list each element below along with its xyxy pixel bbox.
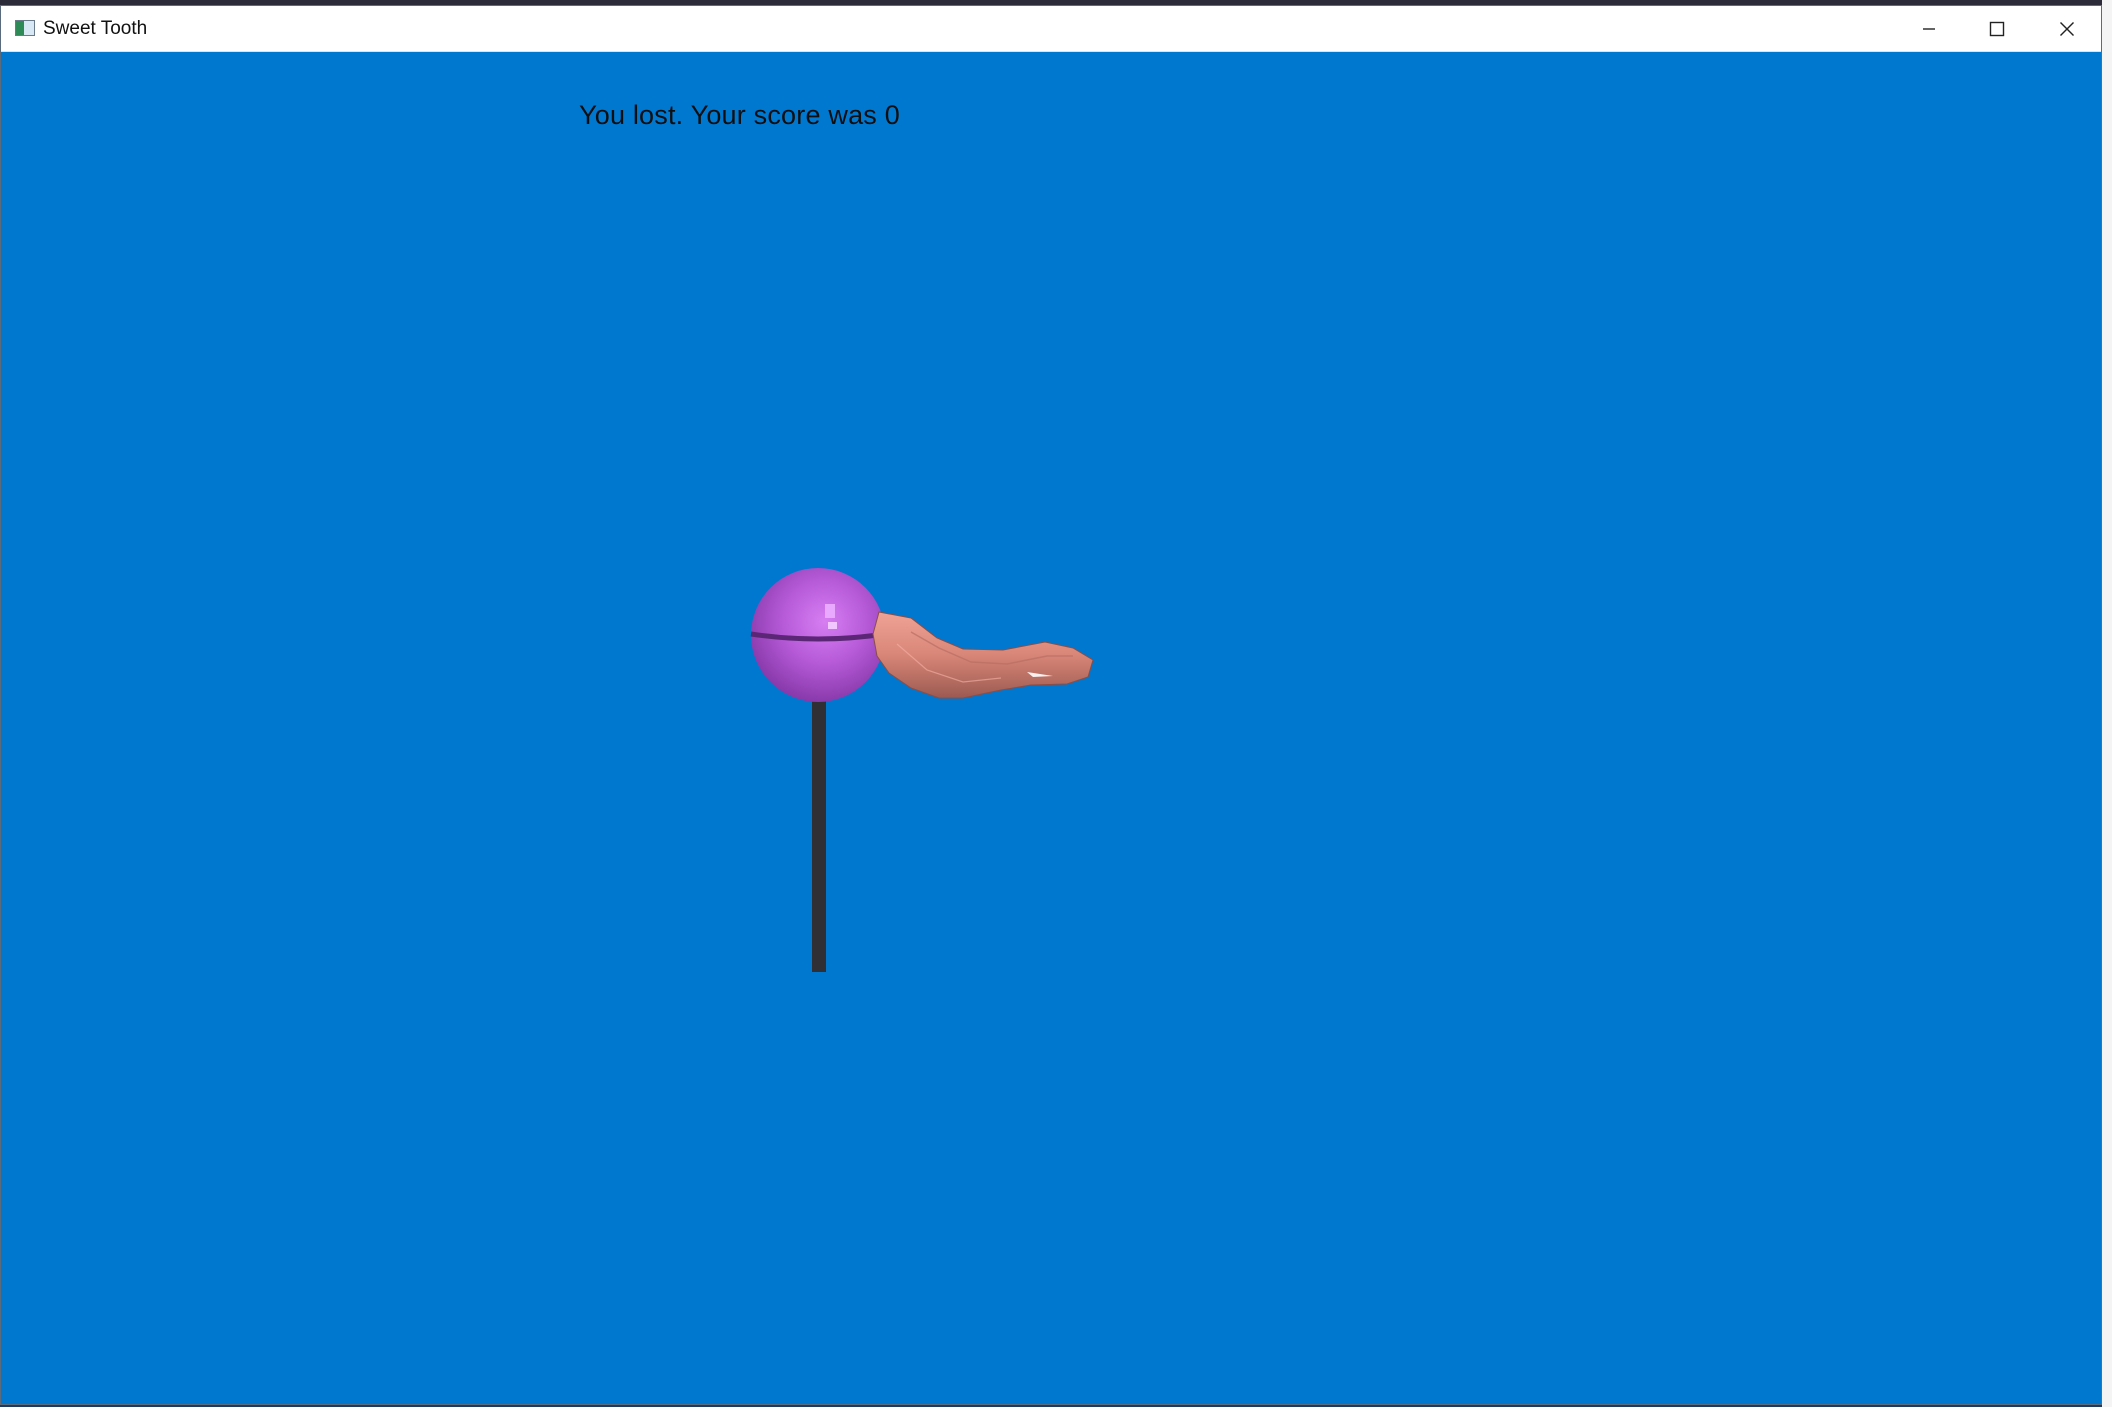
game-viewport[interactable]: You lost. Your score was 0 [1, 52, 2101, 1404]
close-icon [2060, 22, 2074, 36]
lollipop-stick [812, 700, 826, 972]
background-window-edge [2102, 0, 2112, 1407]
app-window-icon [15, 20, 35, 36]
maximize-icon [1989, 21, 2005, 37]
lollipop-candy [750, 568, 886, 702]
game-over-message: You lost. Your score was 0 [579, 100, 900, 130]
close-button[interactable] [2033, 6, 2101, 52]
minimize-button[interactable] [1895, 6, 1963, 52]
maximize-button[interactable] [1963, 6, 2031, 52]
game-window: Sweet Tooth You lost. Your score was 0 [0, 5, 2102, 1405]
title-bar[interactable]: Sweet Tooth [1, 6, 2101, 52]
window-title: Sweet Tooth [43, 18, 148, 39]
arm [872, 611, 1094, 699]
minimize-icon [1923, 28, 1935, 30]
game-scene [750, 568, 1094, 972]
